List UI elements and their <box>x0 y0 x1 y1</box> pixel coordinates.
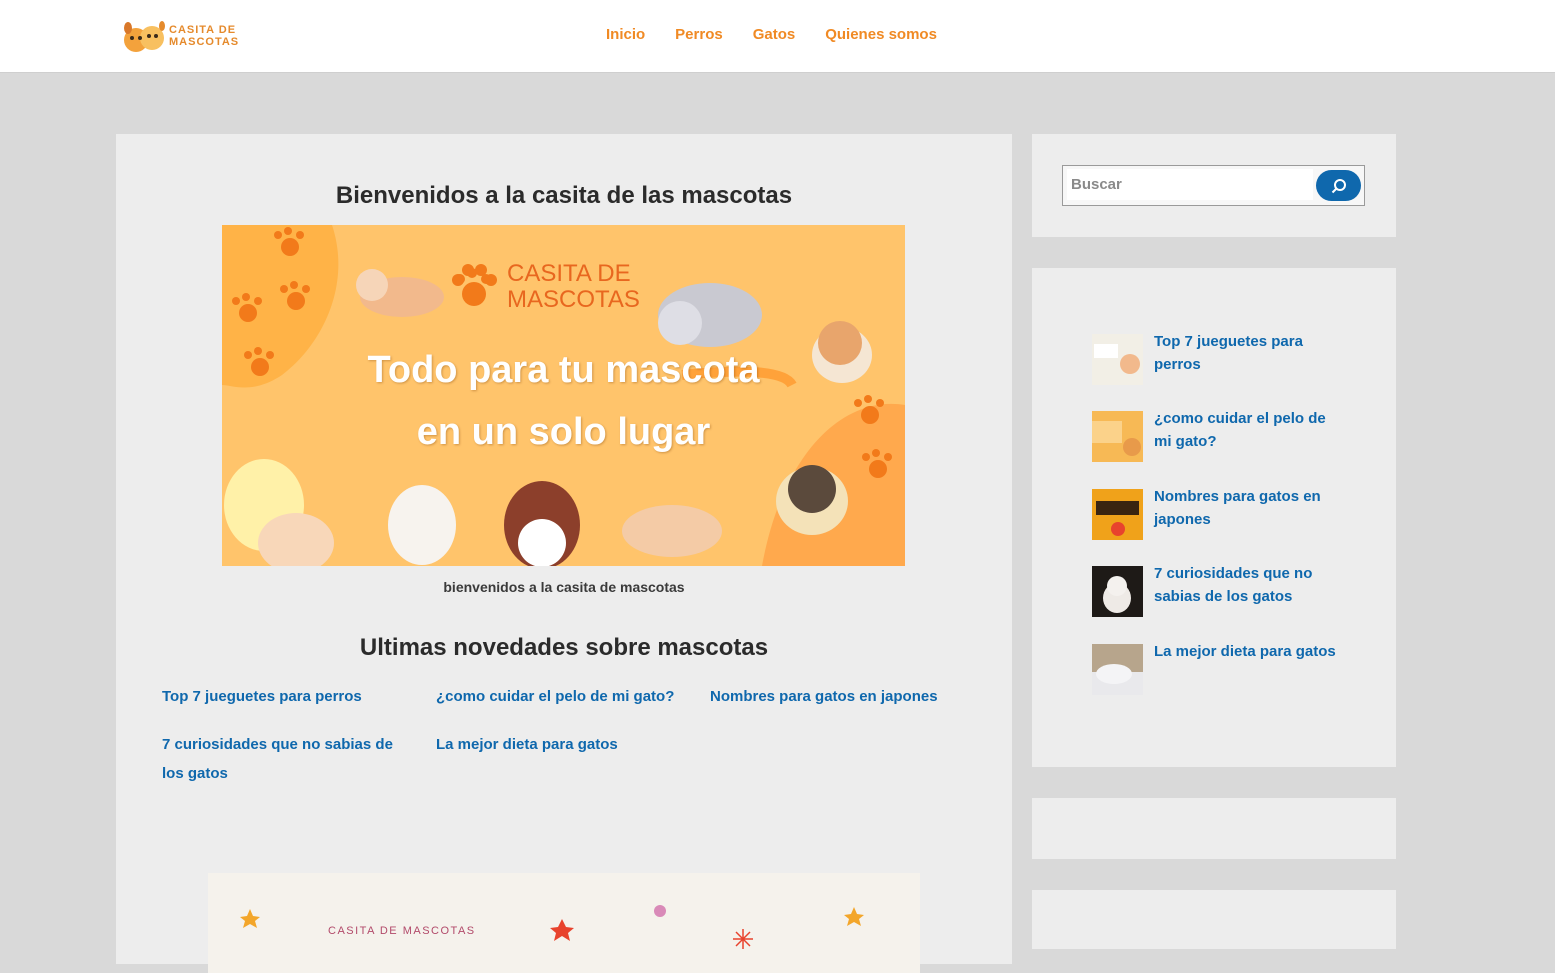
sidebar-post-link[interactable]: ¿como cuidar el pelo de mi gato? <box>1154 407 1344 453</box>
search-form <box>1062 165 1365 206</box>
news-link-dieta-gatos[interactable]: La mejor dieta para gatos <box>436 730 686 759</box>
promo-image: CASITA DE MASCOTAS <box>208 873 920 973</box>
page-title: Bienvenidos a la casita de las mascotas <box>335 182 793 209</box>
news-link-nombres-gatos[interactable]: Nombres para gatos en japones <box>710 682 960 711</box>
sidebar-widget-empty <box>1032 890 1396 949</box>
stars-decoration <box>240 905 864 949</box>
site-header: CASITA DE MASCOTAS Inicio Perros Gatos Q… <box>0 0 1555 73</box>
main-nav: Inicio Perros Gatos Quienes somos <box>606 26 937 43</box>
site-logo[interactable]: CASITA DE MASCOTAS <box>122 14 242 58</box>
promo-brand-text: CASITA DE MASCOTAS <box>328 925 476 937</box>
sidebar-post-link[interactable]: Nombres para gatos en japones <box>1154 485 1344 531</box>
nav-inicio[interactable]: Inicio <box>606 26 645 43</box>
search-icon <box>1331 178 1346 193</box>
post-thumbnail[interactable] <box>1092 489 1143 540</box>
sidebar-post-link[interactable]: La mejor dieta para gatos <box>1154 640 1344 663</box>
news-link-juguetes-perros[interactable]: Top 7 jueguetes para perros <box>162 682 412 711</box>
logo-text-line2: MASCOTAS <box>169 36 240 48</box>
post-thumbnail[interactable] <box>1092 334 1143 385</box>
paw-icon <box>452 264 497 306</box>
post-thumbnail[interactable] <box>1092 644 1143 695</box>
nav-quienes-somos[interactable]: Quienes somos <box>825 26 937 43</box>
recent-posts-widget: Top 7 jueguetes para perros ¿como cuidar… <box>1032 268 1396 767</box>
news-link-pelo-gato[interactable]: ¿como cuidar el pelo de mi gato? <box>436 682 686 711</box>
post-thumbnail[interactable] <box>1092 566 1143 617</box>
hero-banner-image: CASITA DE MASCOTAS Todo para tu mascota … <box>222 225 905 566</box>
main-content: Bienvenidos a la casita de las mascotas <box>116 134 1012 973</box>
sidebar-widget-empty <box>1032 798 1396 859</box>
sidebar-post-link[interactable]: Top 7 jueguetes para perros <box>1154 330 1344 376</box>
logo-text-line1: CASITA DE <box>169 24 237 36</box>
banner-headline: Todo para tu mascota en un solo lugar <box>367 349 760 453</box>
banner-brand: CASITA DE MASCOTAS <box>507 260 640 313</box>
nav-perros[interactable]: Perros <box>675 26 723 43</box>
sidebar-post-link[interactable]: 7 curiosidades que no sabias de los gato… <box>1154 562 1344 608</box>
pets-logo-icon <box>124 21 165 52</box>
search-widget <box>1032 134 1396 237</box>
search-input[interactable] <box>1067 169 1313 200</box>
search-button[interactable] <box>1316 170 1361 201</box>
news-section-title: Ultimas novedades sobre mascotas <box>359 634 769 661</box>
banner-caption: bienvenidos a la casita de mascotas <box>443 579 685 595</box>
nav-gatos[interactable]: Gatos <box>753 26 796 43</box>
post-thumbnail[interactable] <box>1092 411 1143 462</box>
news-link-curiosidades-gatos[interactable]: 7 curiosidades que no sabias de los gato… <box>162 730 402 788</box>
